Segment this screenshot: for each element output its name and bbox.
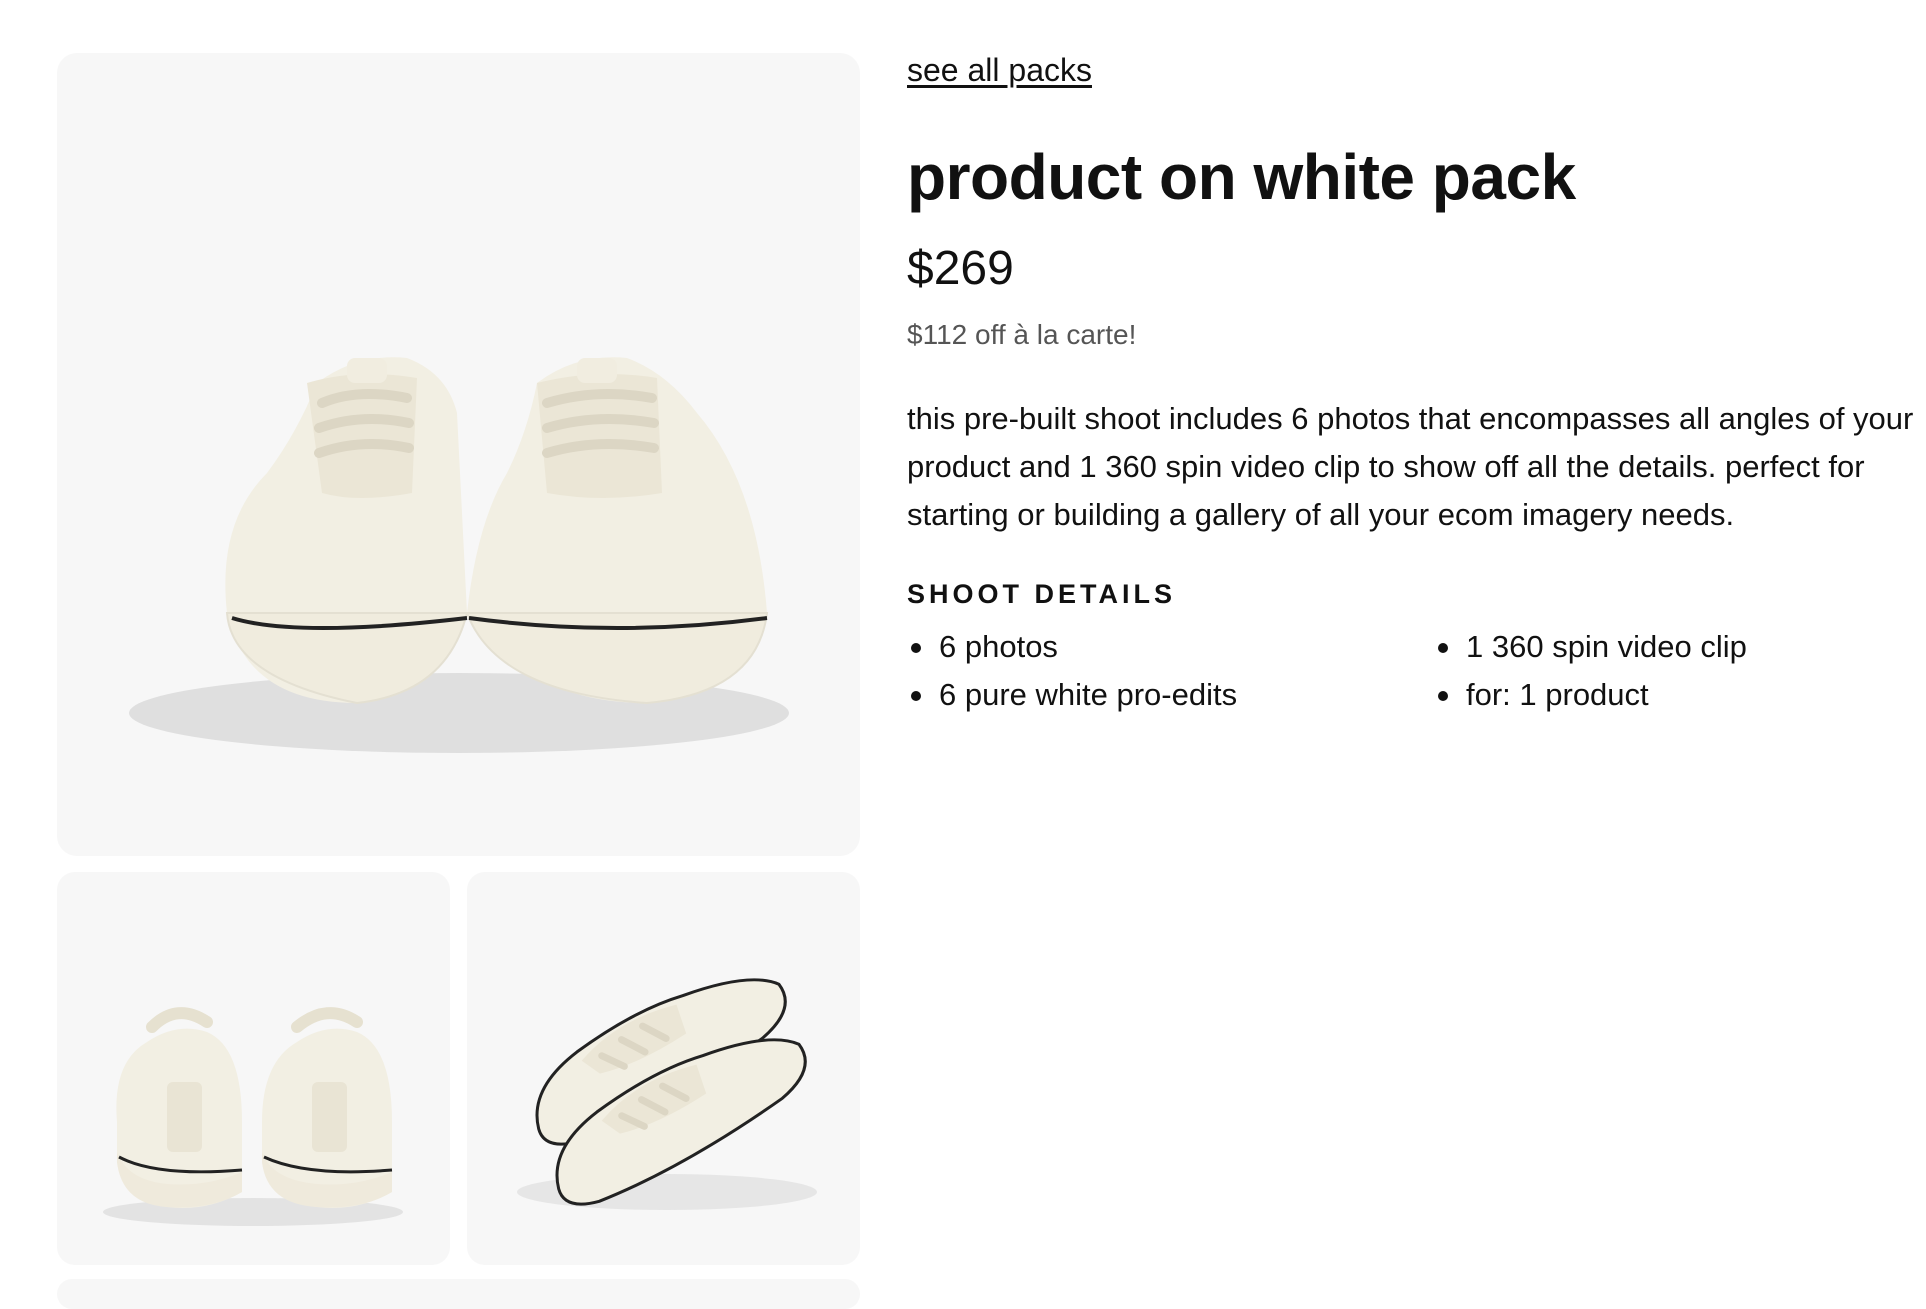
shoot-details-heading: SHOOT DETAILS xyxy=(907,579,1177,609)
sneakers-front-photo xyxy=(129,357,789,753)
detail-item-products: for: 1 product xyxy=(1434,678,1914,712)
product-description: this pre-built shoot includes 6 photos t… xyxy=(907,401,1914,532)
page-title: product on white pack xyxy=(907,141,1576,213)
savings-note: $112 off à la carte! xyxy=(907,319,1137,350)
sneakers-back-photo xyxy=(103,1007,403,1226)
product-price: $269 xyxy=(907,242,1014,295)
detail-item-video: 1 360 spin video clip xyxy=(1434,630,1914,664)
see-all-packs-link[interactable]: see all packs xyxy=(907,52,1092,89)
detail-item-photos: 6 photos xyxy=(907,630,1434,664)
sneakers-angle-photo xyxy=(517,978,817,1210)
thumbnail-image-angle[interactable] xyxy=(467,872,860,1265)
product-info: see all packs product on white pack $269… xyxy=(907,52,1917,712)
thumbnail-image-back[interactable] xyxy=(57,872,450,1265)
detail-item-edits: 6 pure white pro-edits xyxy=(907,678,1434,712)
main-product-image[interactable] xyxy=(57,53,860,856)
shoot-details-list: 6 photos 1 360 spin video clip 6 pure wh… xyxy=(907,630,1917,712)
more-thumbnails-edge xyxy=(57,1279,860,1309)
